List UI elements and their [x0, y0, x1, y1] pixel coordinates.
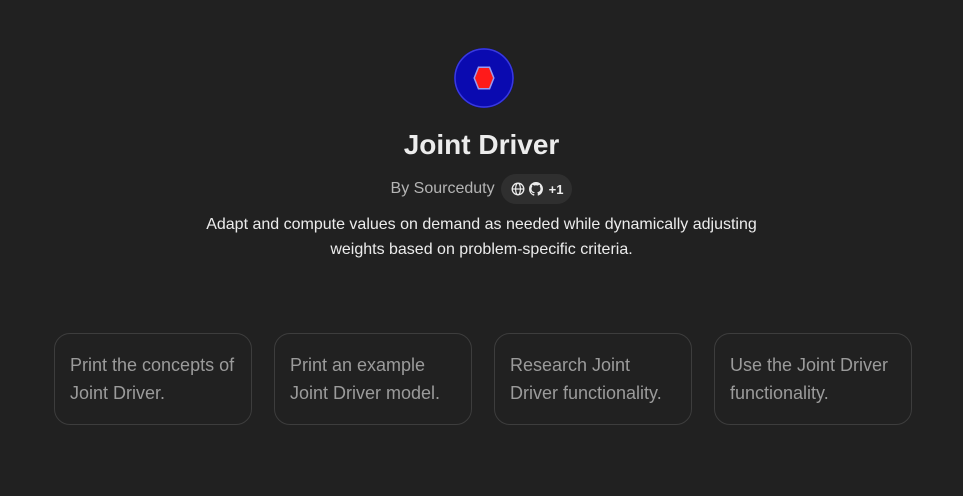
gpt-description: Adapt and compute values on demand as ne… [206, 216, 757, 258]
conversation-starter[interactable]: Research Joint Driver functionality. [494, 333, 692, 425]
gpt-logo [454, 48, 514, 108]
conversation-starter[interactable]: Print the concepts of Joint Driver. [54, 333, 252, 425]
github-icon[interactable] [528, 182, 543, 196]
byline: By Sourceduty +1 [0, 174, 963, 204]
globe-icon[interactable] [511, 182, 525, 196]
gpt-title: Joint Driver [403, 129, 560, 160]
gpt-intro-page: Joint Driver By Sourceduty +1 Adapt and … [0, 0, 963, 496]
conversation-starter[interactable]: Use the Joint Driver functionality. [714, 333, 912, 425]
author-name: By Sourceduty [390, 180, 495, 197]
conversation-starter[interactable]: Print an example Joint Driver model. [274, 333, 472, 425]
author-links-pill[interactable]: +1 [500, 174, 573, 204]
extra-links-count: +1 [548, 181, 564, 197]
